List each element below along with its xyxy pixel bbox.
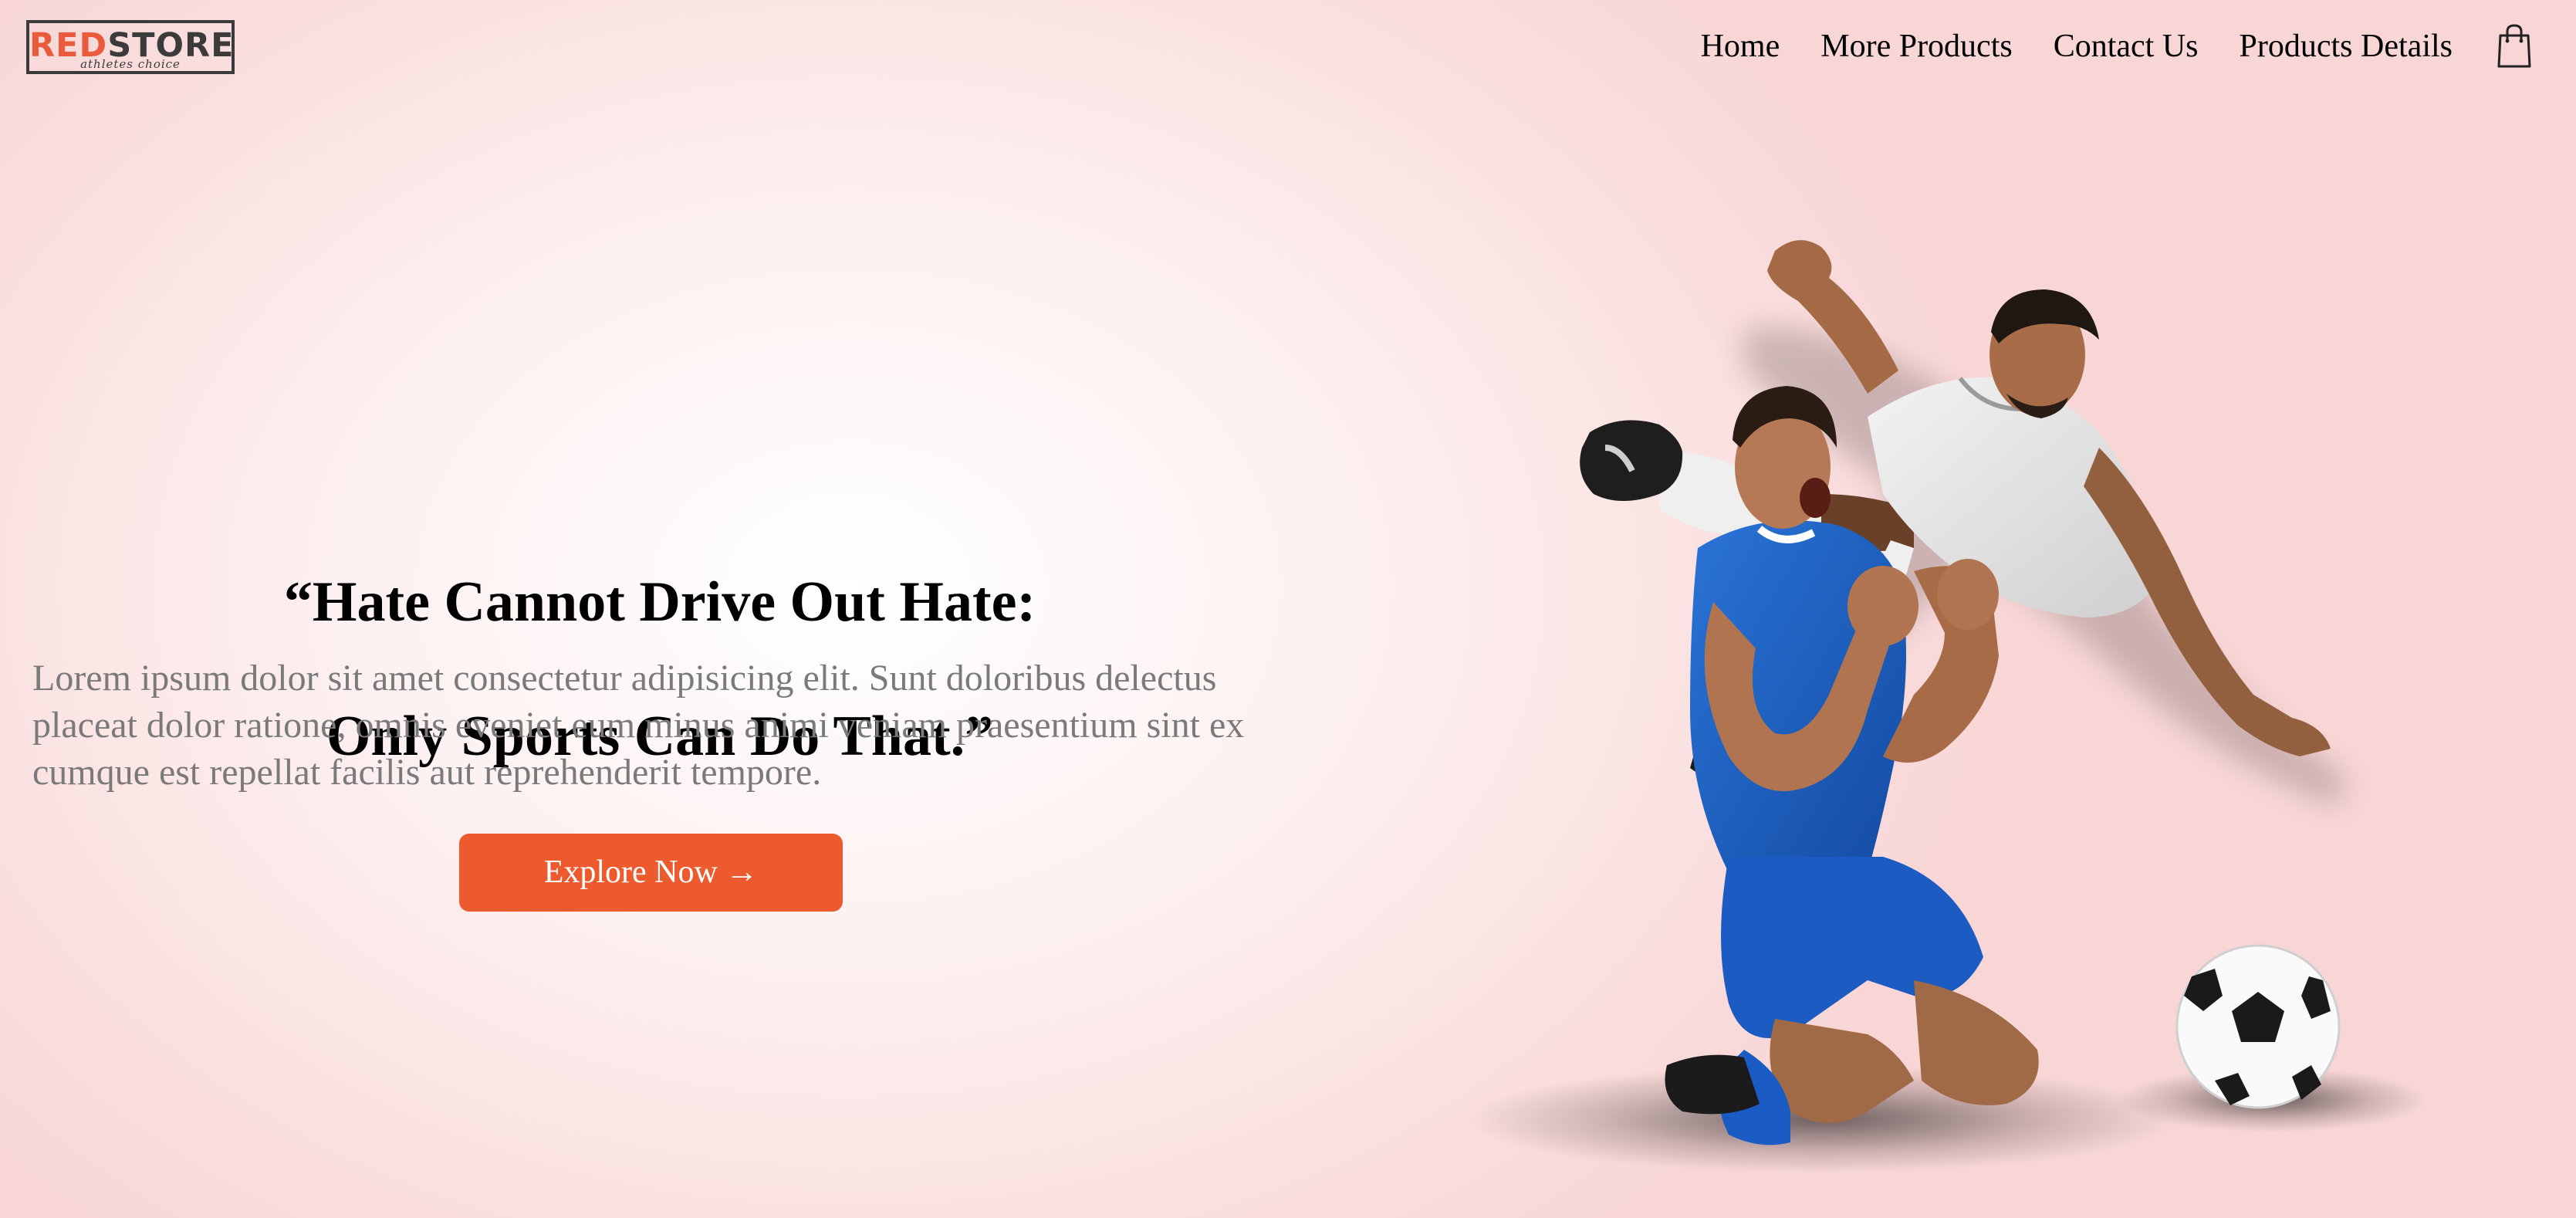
soccer-players-illustration	[1466, 240, 2427, 1173]
nav-link-products-details[interactable]: Products Details	[2240, 28, 2453, 65]
hero-paragraph: Lorem ipsum dolor sit amet consectetur a…	[32, 658, 1245, 793]
brand-tagline: athletes choice	[80, 57, 181, 71]
nav-link-contact-us[interactable]: Contact Us	[2054, 28, 2199, 65]
nav-link-home[interactable]: Home	[1701, 28, 1780, 65]
brand-logo[interactable]: REDSTORE athletes choice	[26, 20, 235, 74]
explore-now-button[interactable]: Explore Now →	[459, 834, 843, 912]
main-nav: Home More Products Contact Us Products D…	[1701, 23, 2576, 69]
nav-link-more-products[interactable]: More Products	[1820, 28, 2012, 65]
shopping-bag-icon[interactable]	[2496, 23, 2533, 69]
soccer-ball-icon	[2175, 944, 2341, 1109]
headline-line-1: “Hate Cannot Drive Out Hate:	[283, 570, 1036, 634]
